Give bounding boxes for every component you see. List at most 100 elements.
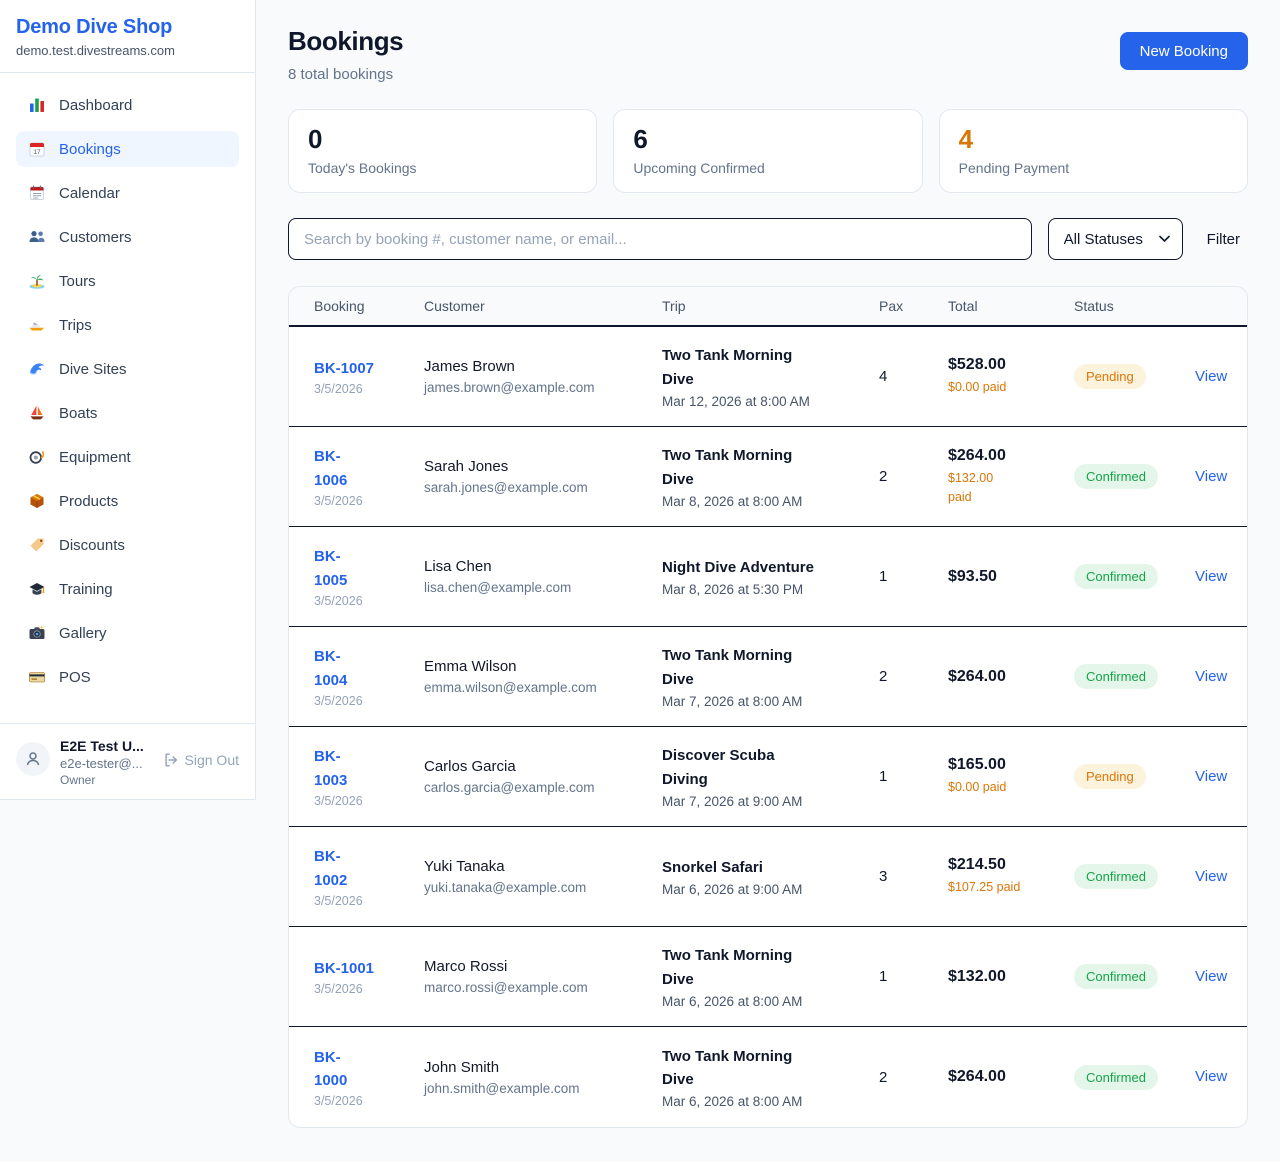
stat-card-upcoming-confirmed: 6Upcoming Confirmed <box>613 109 922 193</box>
customer-cell: Marco Rossimarco.rossi@example.com <box>424 958 662 995</box>
sidebar-item-dive-sites[interactable]: Dive Sites <box>16 351 239 387</box>
booking-date: 3/5/2026 <box>314 894 414 908</box>
customer-cell: James Brownjames.brown@example.com <box>424 358 662 395</box>
table-row: BK- 1002 3/5/2026 Yuki Tanaka yuki.tanaka@e… <box>289 827 1247 927</box>
sidebar-item-boats[interactable]: Boats <box>16 395 239 431</box>
view-link[interactable]: View <box>1195 1068 1227 1085</box>
status-badge: Pending <box>1074 764 1146 789</box>
customer-email: carlos.garcia@example.com <box>424 780 652 795</box>
pax-cell: 1 <box>879 968 948 985</box>
actions-cell: View <box>1195 468 1227 486</box>
sidebar-item-pos[interactable]: POS <box>16 659 239 695</box>
status-badge: Confirmed <box>1074 1065 1158 1090</box>
sidebar-item-customers[interactable]: Customers <box>16 219 239 255</box>
status-cell: Confirmed <box>1074 864 1195 889</box>
table-row: BK- 10043/5/2026Emma Wilsonemma.wilson@e… <box>289 627 1247 727</box>
status-cell: Confirmed <box>1074 564 1195 589</box>
pax-count: 2 <box>879 1069 938 1086</box>
customer-email: sarah.jones@example.com <box>424 480 652 495</box>
trip-cell: Snorkel SafariMar 6, 2026 at 9:00 AM <box>662 856 879 897</box>
trip-name: Snorkel Safari <box>662 856 869 879</box>
total-amount: $165.00 <box>948 756 1064 774</box>
pax-count: 2 <box>879 668 938 685</box>
table-body: BK-1007 3/5/2026 James Brownjames.brown@ex… <box>289 327 1247 1127</box>
sidebar-item-label: Customers <box>59 229 132 246</box>
sidebar-item-discounts[interactable]: Discounts <box>16 527 239 563</box>
sidebar-item-bookings[interactable]: 17 Bookings <box>16 131 239 167</box>
stat-label: Upcoming Confirmed <box>633 160 902 176</box>
paid-amount: $0.00 paid <box>948 378 1036 396</box>
booking-number-link[interactable]: BK-1007 <box>314 357 374 380</box>
bookings-icon: 17 <box>28 140 46 158</box>
page-subtitle: 8 total bookings <box>288 66 403 83</box>
view-link[interactable]: View <box>1195 768 1227 785</box>
view-link[interactable]: View <box>1195 468 1227 485</box>
sidebar-item-equipment[interactable]: Equipment <box>16 439 239 475</box>
booking-number-link[interactable]: BK- 1003 <box>314 745 347 792</box>
customer-email: james.brown@example.com <box>424 380 652 395</box>
trip-datetime: Mar 8, 2026 at 5:30 PM <box>662 582 869 597</box>
booking-number-link[interactable]: BK- 1000 <box>314 1046 347 1093</box>
sidebar-item-trips[interactable]: Trips <box>16 307 239 343</box>
user-role: Owner <box>60 773 153 787</box>
booking-number-link[interactable]: BK- 1005 <box>314 545 347 592</box>
trip-datetime: Mar 7, 2026 at 8:00 AM <box>662 694 869 709</box>
total-amount: $264.00 <box>948 447 1064 465</box>
actions-cell: View <box>1195 1068 1227 1086</box>
customer-name: Emma Wilson <box>424 658 652 675</box>
total-amount: $528.00 <box>948 356 1064 374</box>
total-cell: $264.00 <box>948 1068 1074 1086</box>
status-filter-wrap: All Statuses <box>1048 218 1183 260</box>
booking-number-link[interactable]: BK-1001 <box>314 957 374 980</box>
pax-count: 3 <box>879 868 938 885</box>
brand-name: Demo Dive Shop <box>16 16 239 39</box>
customer-cell: Yuki Tanaka yuki.tanaka@example.com <box>424 858 662 895</box>
customer-name: Yuki Tanaka <box>424 858 652 875</box>
view-link[interactable]: View <box>1195 368 1227 385</box>
sidebar-item-label: Bookings <box>59 141 121 158</box>
view-link[interactable]: View <box>1195 568 1227 585</box>
trip-datetime: Mar 8, 2026 at 8:00 AM <box>662 494 869 509</box>
table-header: BookingCustomerTripPaxTotalStatus <box>289 287 1247 327</box>
trips-icon <box>28 316 46 334</box>
sidebar-item-calendar[interactable]: Calendar <box>16 175 239 211</box>
filter-button[interactable]: Filter <box>1199 231 1248 248</box>
sidebar-item-label: Boats <box>59 405 97 422</box>
booking-number-link[interactable]: BK- 1002 <box>314 845 347 892</box>
booking-number-link[interactable]: BK- 1004 <box>314 645 347 692</box>
customer-name: Carlos Garcia <box>424 758 652 775</box>
discounts-icon <box>28 536 46 554</box>
view-link[interactable]: View <box>1195 868 1227 885</box>
sidebar-item-products[interactable]: Products <box>16 483 239 519</box>
dive-sites-icon <box>28 360 46 378</box>
sidebar-item-gallery[interactable]: Gallery <box>16 615 239 651</box>
total-cell: $264.00$132.00 paid <box>948 447 1074 505</box>
search-input[interactable] <box>288 218 1032 260</box>
view-link[interactable]: View <box>1195 968 1227 985</box>
sidebar-item-tours[interactable]: Tours <box>16 263 239 299</box>
pax-cell: 1 <box>879 568 948 585</box>
tours-icon <box>28 272 46 290</box>
sign-out-button[interactable]: Sign Out <box>163 752 239 768</box>
table-row: BK- 10033/5/2026Carlos Garciacarlos.garc… <box>289 727 1247 827</box>
status-cell: Confirmed <box>1074 664 1195 689</box>
sidebar-item-dashboard[interactable]: Dashboard <box>16 87 239 123</box>
trip-cell: Two Tank Morning DiveMar 6, 2026 at 8:00… <box>662 944 879 1009</box>
avatar <box>16 742 50 776</box>
status-badge: Confirmed <box>1074 964 1158 989</box>
status-filter-select[interactable]: All Statuses <box>1048 218 1183 260</box>
view-link[interactable]: View <box>1195 668 1227 685</box>
sidebar-item-training[interactable]: Training <box>16 571 239 607</box>
paid-amount: $0.00 paid <box>948 778 1036 796</box>
booking-cell: BK- 10003/5/2026 <box>314 1046 424 1109</box>
actions-cell: View <box>1195 368 1227 386</box>
customer-name: Marco Rossi <box>424 958 652 975</box>
column-header-customer: Customer <box>424 298 662 314</box>
booking-number-link[interactable]: BK- 1006 <box>314 445 347 492</box>
table-row: BK- 10053/5/2026Lisa Chenlisa.chen@examp… <box>289 527 1247 627</box>
stat-value: 0 <box>308 125 577 154</box>
trip-name: Two Tank Morning Dive <box>662 444 869 491</box>
new-booking-button[interactable]: New Booking <box>1120 32 1248 70</box>
customer-email: yuki.tanaka@example.com <box>424 880 652 895</box>
calendar-icon <box>28 184 46 202</box>
